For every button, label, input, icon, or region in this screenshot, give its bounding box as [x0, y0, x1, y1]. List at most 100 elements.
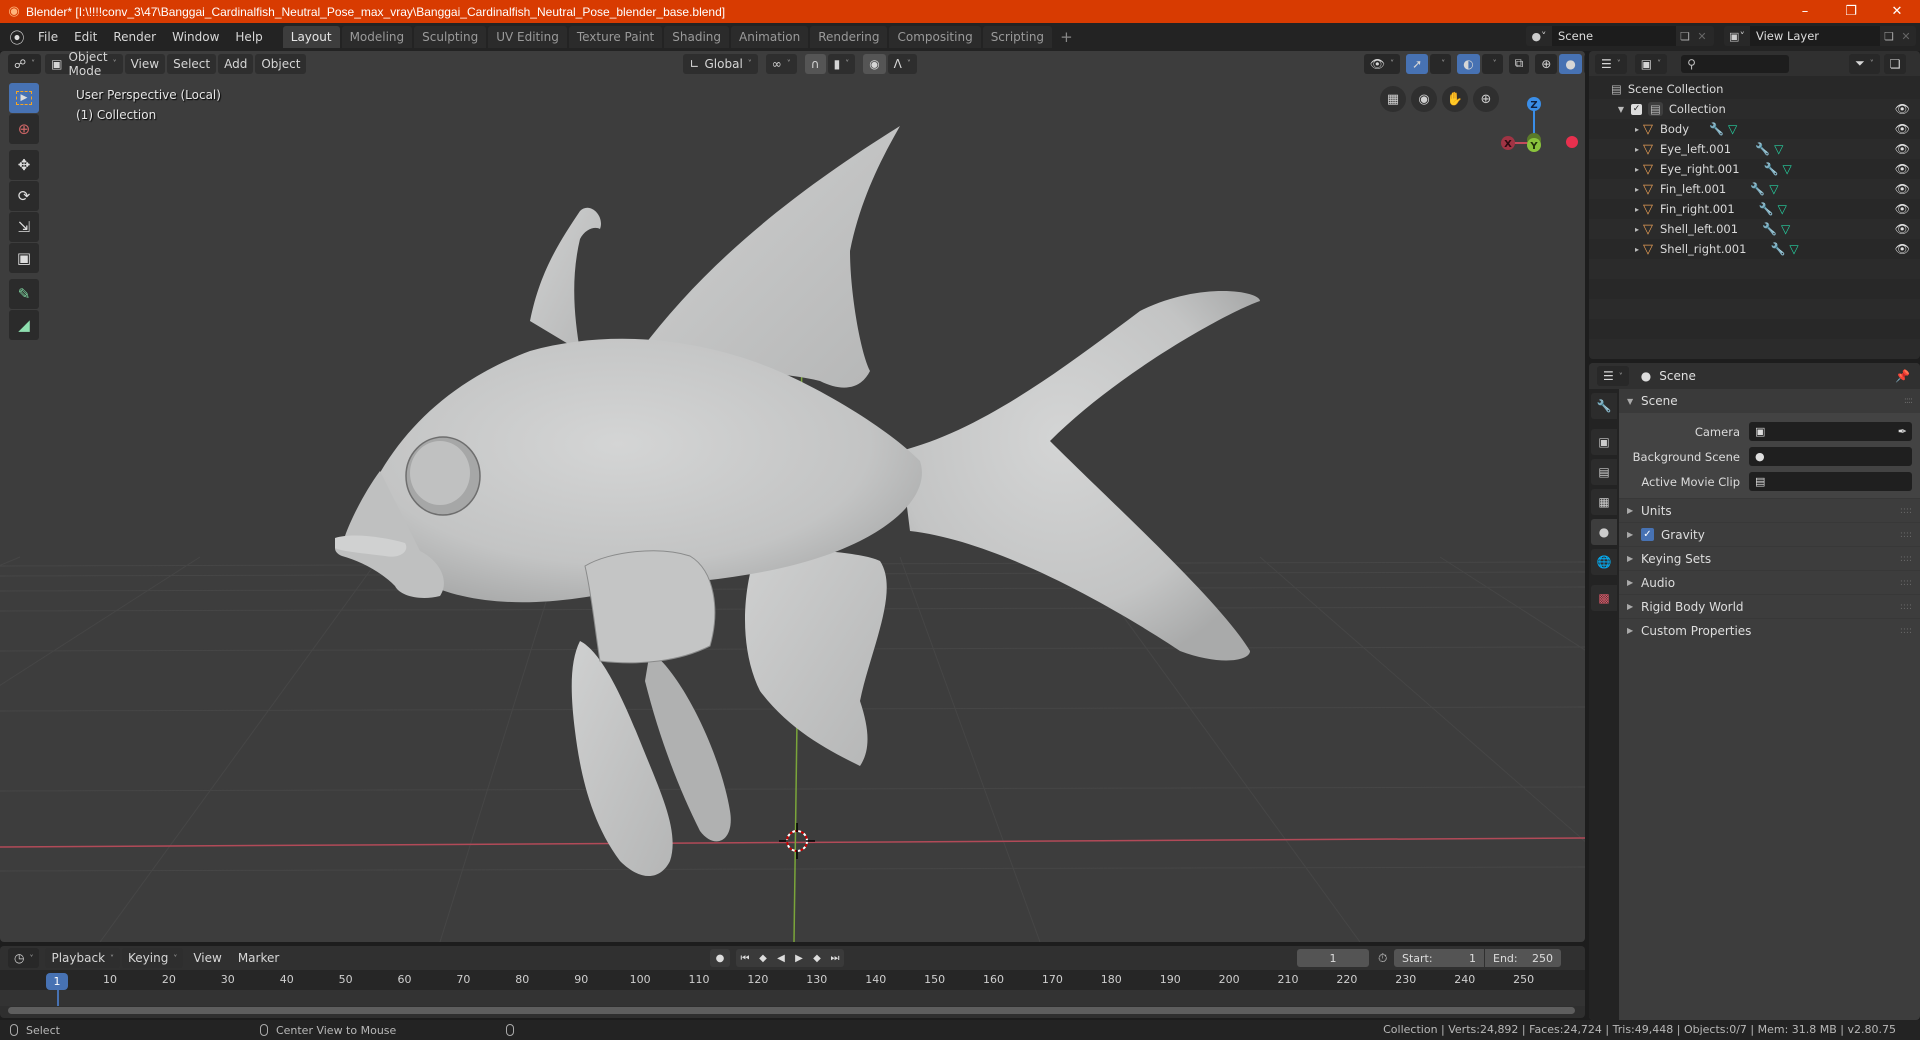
modifier-wrench-icon[interactable]: 🔧 — [1762, 222, 1777, 236]
prev-keyframe-button[interactable]: ◆ — [754, 949, 772, 967]
timeline-track[interactable] — [0, 990, 1585, 1006]
outliner-row-object[interactable]: ▸ ▽ Fin_left.001 🔧 ▽ 👁 — [1589, 179, 1920, 199]
tab-uv-editing[interactable]: UV Editing — [488, 26, 567, 48]
menu-window[interactable]: Window — [164, 26, 227, 48]
snap-toggle[interactable]: ∩ — [804, 53, 826, 74]
gravity-panel[interactable]: ▶ ✓ Gravity :::: — [1619, 522, 1920, 546]
view-layer-name-field[interactable]: View Layer — [1750, 26, 1880, 46]
selectability-visibility-dropdown[interactable]: 👁 ˅ — [1363, 53, 1401, 74]
scene-panel-header[interactable]: ▼ Scene :::: — [1619, 389, 1920, 413]
mesh-data-icon[interactable]: ▽ — [1774, 142, 1783, 156]
scale-tool[interactable]: ⇲ — [9, 212, 39, 242]
expand-arrow-icon[interactable]: ▸ — [1631, 185, 1643, 194]
expand-arrow-icon[interactable]: ▸ — [1631, 245, 1643, 254]
expand-arrow-icon[interactable]: ▸ — [1631, 205, 1643, 214]
custom-properties-panel[interactable]: ▶ Custom Properties :::: — [1619, 618, 1920, 642]
tab-animation[interactable]: Animation — [731, 26, 809, 48]
play-reverse-button[interactable]: ◀ — [772, 949, 790, 967]
view-layer-icon[interactable]: ▣˅ — [1724, 30, 1750, 43]
modifier-wrench-icon[interactable]: 🔧 — [1759, 202, 1774, 216]
record-button[interactable]: ● — [710, 949, 730, 967]
outliner-row-object[interactable]: ▸ ▽ Fin_right.001 🔧 ▽ 👁 — [1589, 199, 1920, 219]
object-mode-dropdown[interactable]: ▣ Object Mode ˅ — [45, 51, 123, 78]
gizmo-toggle[interactable]: ➚ — [1406, 53, 1429, 74]
outliner-row-object[interactable]: ▸ ▽ Shell_right.001 🔧 ▽ 👁 — [1589, 239, 1920, 259]
tab-world[interactable]: 🌐 — [1591, 549, 1617, 575]
pivot-point-dropdown[interactable]: ∞ ˅ — [765, 53, 797, 74]
proportional-edit-toggle[interactable]: ◉ — [863, 53, 886, 74]
tab-tool[interactable]: 🔧 — [1591, 393, 1617, 419]
timeline-view-menu[interactable]: View — [185, 947, 229, 969]
modifier-wrench-icon[interactable]: 🔧 — [1750, 182, 1765, 196]
tab-scripting[interactable]: Scripting — [982, 26, 1053, 48]
active-movie-clip-field[interactable]: ▤ — [1749, 472, 1912, 491]
gizmo-dropdown[interactable]: ˅ — [1430, 53, 1452, 74]
pin-icon[interactable]: 📌 — [1895, 369, 1910, 383]
add-workspace-button[interactable]: + — [1054, 26, 1079, 48]
outliner-editor-type-button[interactable]: ☰ ˅ — [1595, 53, 1627, 74]
mesh-data-icon[interactable]: ▽ — [1789, 242, 1798, 256]
menu-add[interactable]: Add — [218, 53, 254, 74]
gravity-checkbox[interactable]: ✓ — [1641, 528, 1654, 541]
stopwatch-icon[interactable]: ⏱ — [1378, 951, 1387, 966]
playback-menu[interactable]: Playback ˅ — [45, 948, 121, 968]
modifier-wrench-icon[interactable]: 🔧 — [1755, 142, 1770, 156]
navigation-gizmo[interactable]: Z X Y — [1490, 71, 1585, 171]
visibility-eye-icon[interactable]: 👁 — [1895, 162, 1910, 176]
drag-grip-icon[interactable]: :::: — [1900, 602, 1912, 612]
menu-help[interactable]: Help — [227, 26, 270, 48]
display-mode-dropdown[interactable]: ▣ ˅ — [1634, 53, 1668, 74]
timeline-editor-type-button[interactable]: ◷ ˅ — [8, 948, 40, 968]
cursor-tool[interactable]: ⊕ — [9, 114, 39, 144]
tab-texture-paint[interactable]: Texture Paint — [568, 26, 663, 48]
camera-view-button[interactable]: ◉ — [1411, 86, 1437, 112]
current-frame-field[interactable]: 1 — [1297, 949, 1369, 967]
play-button[interactable]: ▶ — [790, 949, 808, 967]
keying-menu[interactable]: Keying ˅ — [122, 948, 184, 968]
new-view-layer-icon[interactable]: ❏ — [1880, 30, 1898, 43]
outliner-row-object[interactable]: ▸ ▽ Body 🔧 ▽ 👁 — [1589, 119, 1920, 139]
delete-view-layer-icon[interactable]: ✕ — [1898, 30, 1914, 43]
tab-layout[interactable]: Layout — [282, 26, 340, 48]
modifier-wrench-icon[interactable]: 🔧 — [1709, 122, 1724, 136]
drag-grip-icon[interactable]: :::: — [1900, 506, 1912, 516]
visibility-eye-icon[interactable]: 👁 — [1895, 242, 1910, 256]
visibility-eye-icon[interactable]: 👁 — [1895, 202, 1910, 216]
tab-modeling[interactable]: Modeling — [341, 26, 413, 48]
restore-button[interactable]: ❐ — [1828, 0, 1874, 23]
jump-end-button[interactable]: ⏭ — [826, 949, 844, 967]
new-scene-icon[interactable]: ❏ — [1676, 30, 1694, 43]
blender-menu-icon[interactable]: ⦿ — [4, 26, 30, 48]
tab-scene[interactable]: ● — [1591, 519, 1617, 545]
visibility-eye-icon[interactable]: 👁 — [1895, 142, 1910, 156]
playhead-frame-indicator[interactable]: 1 — [46, 973, 68, 990]
tab-texture[interactable]: ▩ — [1591, 585, 1617, 611]
menu-file[interactable]: File — [30, 26, 66, 48]
menu-object[interactable]: Object — [255, 53, 307, 74]
expand-arrow-icon[interactable]: ▸ — [1631, 145, 1643, 154]
outliner-row-scene-collection[interactable]: ▤ Scene Collection — [1589, 79, 1920, 99]
expand-arrow-icon[interactable]: ▸ — [1631, 225, 1643, 234]
outliner-search-input[interactable]: ⚲ — [1681, 54, 1790, 73]
background-scene-field[interactable]: ● — [1749, 447, 1912, 466]
audio-panel[interactable]: ▶ Audio :::: — [1619, 570, 1920, 594]
scene-icon[interactable]: ●˅ — [1526, 30, 1552, 43]
select-box-tool[interactable]: ▶ — [9, 83, 39, 113]
drag-grip-icon[interactable]: :::: — [1900, 578, 1912, 588]
rigid-body-world-panel[interactable]: ▶ Rigid Body World :::: — [1619, 594, 1920, 618]
overlays-toggle[interactable]: ◐ — [1457, 53, 1480, 74]
3d-viewport[interactable]: ☍ ˅ ▣ Object Mode ˅ View Select Add Object … — [0, 51, 1585, 942]
outliner-row-object[interactable]: ▸ ▽ Eye_right.001 🔧 ▽ 👁 — [1589, 159, 1920, 179]
tab-output[interactable]: ▤ — [1591, 459, 1617, 485]
snap-target-dropdown[interactable]: ▮ ˅ — [827, 53, 856, 74]
modifier-wrench-icon[interactable]: 🔧 — [1764, 162, 1779, 176]
mesh-data-icon[interactable]: ▽ — [1781, 222, 1790, 236]
menu-select[interactable]: Select — [167, 53, 217, 74]
tab-shading[interactable]: Shading — [664, 26, 729, 48]
drag-grip-icon[interactable]: :::: — [1900, 554, 1912, 564]
drag-grip-icon[interactable]: :::: — [1904, 396, 1913, 406]
outliner-row-object[interactable]: ▸ ▽ Shell_left.001 🔧 ▽ 👁 — [1589, 219, 1920, 239]
menu-edit[interactable]: Edit — [66, 26, 105, 48]
close-button[interactable]: ✕ — [1874, 0, 1920, 23]
expand-arrow-icon[interactable]: ▼ — [1615, 105, 1627, 114]
